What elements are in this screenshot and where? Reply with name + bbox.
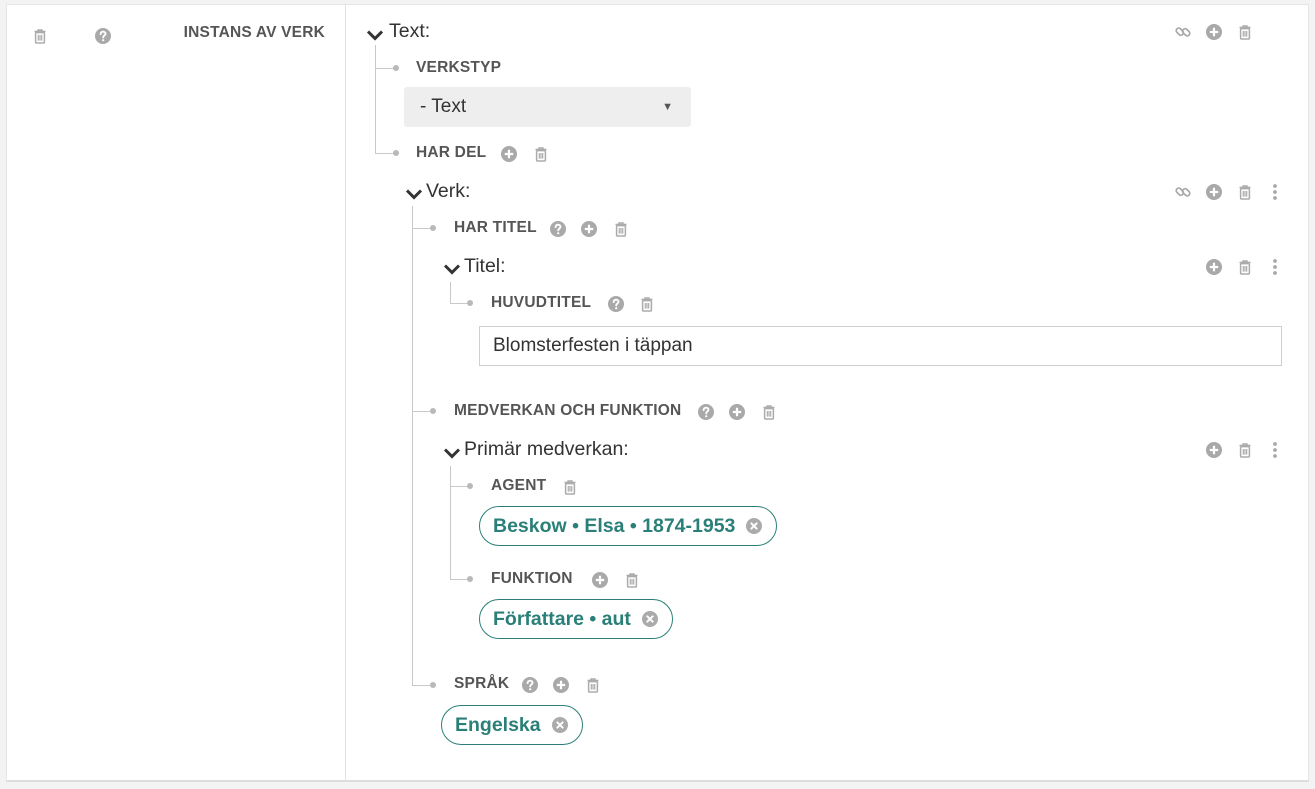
collapse-chevron-icon[interactable] [443, 262, 461, 276]
help-icon[interactable] [697, 403, 715, 421]
tree-connector [375, 45, 376, 153]
collapse-chevron-icon[interactable] [443, 446, 461, 460]
add-icon[interactable] [552, 676, 570, 694]
verkstyp-selected-value: - Text [420, 96, 467, 117]
add-icon[interactable] [500, 145, 518, 163]
help-icon[interactable] [94, 27, 112, 45]
agent-link-chip[interactable]: Beskow • Elsa • 1874-1953 [479, 506, 778, 546]
link-icon[interactable] [1174, 23, 1192, 41]
delete-trash-icon[interactable] [1236, 183, 1254, 201]
tree-connector-verk [412, 206, 413, 685]
delete-trash-icon[interactable] [561, 478, 579, 496]
add-icon[interactable] [580, 220, 598, 238]
property-label-har-del: HAR DEL [416, 144, 487, 161]
remove-chip-icon[interactable] [641, 610, 659, 628]
delete-trash-icon[interactable] [1236, 23, 1254, 41]
delete-trash-icon[interactable] [1236, 441, 1254, 459]
sprak-link-chip[interactable]: Engelska [441, 705, 583, 745]
entity-heading-primar-medverkan: Primär medverkan: [464, 438, 629, 460]
sprak-chip-label[interactable]: Engelska [455, 707, 541, 744]
delete-trash-icon[interactable] [584, 676, 602, 694]
dropdown-caret-icon: ▼ [662, 101, 673, 113]
collapse-chevron-icon[interactable] [405, 187, 423, 201]
more-options-icon[interactable] [1266, 258, 1284, 276]
verkstyp-select[interactable]: - Text ▼ [404, 87, 691, 127]
property-label-instans-av-verk: INSTANS AV VERK [183, 24, 325, 41]
delete-trash-icon[interactable] [623, 571, 641, 589]
add-icon[interactable] [1205, 183, 1223, 201]
property-label-funktion: FUNKTION [491, 570, 573, 587]
property-label-sprak: SPRÅK [454, 675, 510, 692]
delete-property-trash-icon[interactable] [31, 27, 49, 45]
remove-chip-icon[interactable] [745, 517, 763, 535]
entity-heading-text: Text: [389, 20, 431, 42]
delete-trash-icon[interactable] [612, 220, 630, 238]
delete-trash-icon[interactable] [760, 403, 778, 421]
add-icon[interactable] [728, 403, 746, 421]
funktion-link-chip[interactable]: Författare • aut [479, 599, 673, 639]
add-icon[interactable] [1205, 258, 1223, 276]
property-label-medverkan-och-funktion: MEDVERKAN OCH FUNKTION [454, 402, 682, 419]
delete-trash-icon[interactable] [1236, 258, 1254, 276]
help-icon[interactable] [607, 295, 625, 313]
add-icon[interactable] [1205, 441, 1223, 459]
add-icon[interactable] [591, 571, 609, 589]
collapse-chevron-icon[interactable] [366, 28, 384, 42]
tree-connector-primar [450, 466, 451, 580]
property-label-verkstyp: VERKSTYP [416, 59, 502, 76]
link-icon[interactable] [1174, 183, 1192, 201]
more-options-icon[interactable] [1266, 441, 1284, 459]
delete-trash-icon[interactable] [532, 145, 550, 163]
property-label-agent: AGENT [491, 477, 547, 494]
delete-trash-icon[interactable] [638, 295, 656, 313]
huvudtitel-input[interactable] [479, 326, 1282, 366]
help-icon[interactable] [549, 220, 567, 238]
more-options-icon[interactable] [1266, 183, 1284, 201]
entity-heading-verk: Verk: [426, 180, 471, 202]
remove-chip-icon[interactable] [551, 716, 569, 734]
funktion-chip-label[interactable]: Författare • aut [493, 601, 631, 638]
tree-connector-titel [450, 282, 451, 304]
entity-heading-titel: Titel: [464, 255, 506, 277]
property-label-huvudtitel: HUVUDTITEL [491, 294, 592, 311]
column-divider [345, 4, 346, 782]
agent-chip-label[interactable]: Beskow • Elsa • 1874-1953 [493, 508, 735, 545]
help-icon[interactable] [521, 676, 539, 694]
add-icon[interactable] [1205, 23, 1223, 41]
property-label-har-titel: HAR TITEL [454, 219, 537, 236]
